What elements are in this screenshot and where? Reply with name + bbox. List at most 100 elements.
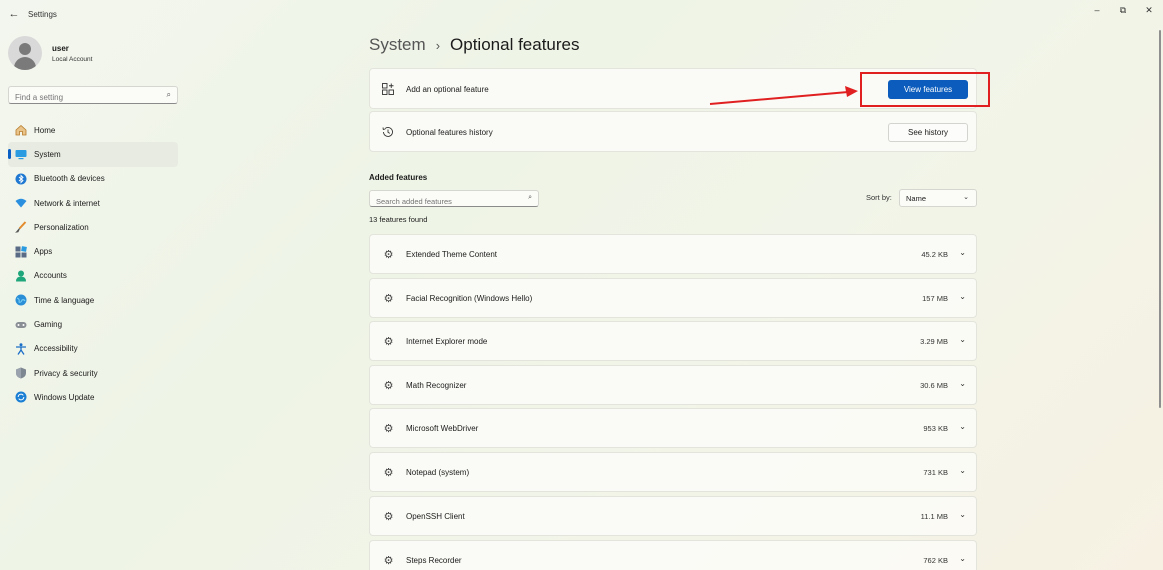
scrollbar[interactable] (1159, 30, 1161, 408)
feature-row-math-recognizer[interactable]: ⚙ Math Recognizer 30.6 MB ⌄ (369, 365, 977, 405)
search-icon[interactable]: ⌕ (167, 90, 171, 100)
history-label: Optional features history (406, 128, 493, 137)
globe-icon (14, 293, 28, 307)
feature-row-facial-recognition[interactable]: ⚙ Facial Recognition (Windows Hello) 157… (369, 278, 977, 318)
feature-name: Extended Theme Content (406, 250, 498, 259)
sidebar-item-label: Time & language (34, 295, 95, 305)
sidebar-nav: Home System Bluetooth & devices Network … (8, 118, 178, 410)
feature-name: Microsoft WebDriver (406, 424, 479, 433)
chevron-down-icon[interactable]: ⌄ (959, 292, 966, 301)
shield-icon (14, 366, 28, 380)
puzzle-gear-icon: ⚙ (383, 555, 394, 567)
chevron-down-icon[interactable]: ⌄ (959, 466, 966, 475)
chevron-right-icon: › (435, 38, 441, 53)
breadcrumb: System › Optional features (369, 35, 580, 57)
user-profile[interactable]: user Local Account (8, 36, 188, 72)
sidebar-item-system[interactable]: System (8, 142, 178, 167)
feature-row-microsoft-webdriver[interactable]: ⚙ Microsoft WebDriver 953 KB ⌄ (369, 408, 977, 448)
sort-value: Name (906, 194, 927, 203)
annotation-highlight-box (860, 72, 990, 107)
accounts-icon (14, 269, 28, 283)
accessibility-icon (14, 342, 28, 356)
user-name: user (52, 44, 69, 53)
puzzle-gear-icon: ⚙ (383, 423, 394, 435)
feature-name: Steps Recorder (406, 556, 462, 565)
feature-size: 953 KB (923, 424, 948, 433)
sidebar-item-label: Personalization (34, 222, 89, 232)
minimize-button[interactable]: – (1087, 4, 1107, 16)
sidebar-item-label: Bluetooth & devices (34, 174, 105, 184)
sidebar-item-label: Privacy & security (34, 368, 98, 378)
sort-by-dropdown[interactable]: Name ⌄ (899, 189, 977, 207)
app-title: Settings (28, 10, 57, 19)
puzzle-gear-icon: ⚙ (383, 511, 394, 523)
gamepad-icon (14, 318, 28, 332)
feature-row-internet-explorer-mode[interactable]: ⚙ Internet Explorer mode 3.29 MB ⌄ (369, 321, 977, 361)
puzzle-gear-icon: ⚙ (383, 249, 394, 261)
find-setting-input[interactable] (9, 89, 149, 106)
apps-icon (14, 245, 28, 259)
feature-row-openssh-client[interactable]: ⚙ OpenSSH Client 11.1 MB ⌄ (369, 496, 977, 536)
sidebar-item-label: Accounts (34, 271, 67, 281)
brush-icon (14, 220, 28, 234)
feature-size: 30.6 MB (920, 381, 948, 390)
feature-size: 11.1 MB (920, 512, 948, 521)
bluetooth-icon (14, 172, 28, 186)
sort-by-label: Sort by: (866, 193, 892, 202)
sidebar-item-gaming[interactable]: Gaming (8, 312, 178, 336)
maximize-button[interactable]: ⧉ (1113, 4, 1133, 16)
feature-size: 45.2 KB (921, 250, 948, 259)
sidebar-item-label: Apps (34, 247, 53, 257)
feature-name: Facial Recognition (Windows Hello) (406, 294, 533, 303)
sidebar-item-label: Accessibility (34, 344, 78, 354)
chevron-down-icon[interactable]: ⌄ (959, 554, 966, 563)
sidebar-item-bluetooth[interactable]: Bluetooth & devices (8, 167, 178, 191)
added-features-title: Added features (369, 173, 428, 182)
feature-size: 157 MB (922, 294, 948, 303)
feature-size: 762 KB (923, 556, 948, 565)
chevron-down-icon[interactable]: ⌄ (959, 335, 966, 344)
account-type: Local Account (52, 56, 93, 63)
home-icon (14, 123, 28, 137)
feature-name: Internet Explorer mode (406, 337, 488, 346)
update-icon (14, 390, 28, 404)
sidebar-item-accessibility[interactable]: Accessibility (8, 337, 178, 361)
page-title: Optional features (450, 35, 580, 54)
puzzle-gear-icon: ⚙ (383, 336, 394, 348)
puzzle-gear-icon: ⚙ (383, 380, 394, 392)
chevron-down-icon[interactable]: ⌄ (959, 510, 966, 519)
sidebar-item-label: System (34, 149, 61, 159)
see-history-button[interactable]: See history (888, 123, 968, 142)
feature-row-extended-theme-content[interactable]: ⚙ Extended Theme Content 45.2 KB ⌄ (369, 234, 977, 274)
add-feature-label: Add an optional feature (406, 85, 489, 94)
feature-row-steps-recorder[interactable]: ⚙ Steps Recorder 762 KB ⌄ (369, 540, 977, 570)
optional-features-history-card: Optional features history See history (369, 111, 977, 152)
history-icon (381, 125, 395, 139)
sidebar-item-privacy-security[interactable]: Privacy & security (8, 361, 178, 385)
chevron-down-icon[interactable]: ⌄ (959, 379, 966, 388)
title-bar: ← Settings – ⧉ ✕ (0, 0, 1163, 30)
chevron-down-icon[interactable]: ⌄ (959, 248, 966, 257)
search-added-features[interactable]: ⌕ (369, 190, 539, 209)
sidebar-item-network[interactable]: Network & internet (8, 191, 178, 215)
sidebar-item-accounts[interactable]: Accounts (8, 264, 178, 288)
feature-name: Notepad (system) (406, 468, 470, 477)
close-button[interactable]: ✕ (1139, 4, 1159, 16)
chevron-down-icon: ⌄ (963, 194, 969, 201)
search-added-features-input[interactable] (370, 194, 510, 209)
back-arrow-icon[interactable]: ← (6, 6, 22, 22)
search-icon[interactable]: ⌕ (528, 194, 532, 202)
chevron-down-icon[interactable]: ⌄ (959, 422, 966, 431)
sidebar-item-personalization[interactable]: Personalization (8, 215, 178, 239)
sidebar-item-apps[interactable]: Apps (8, 239, 178, 263)
feature-size: 3.29 MB (920, 337, 948, 346)
breadcrumb-parent[interactable]: System (369, 35, 426, 55)
find-setting-search[interactable]: ⌕ (8, 86, 178, 106)
feature-row-notepad-system[interactable]: ⚙ Notepad (system) 731 KB ⌄ (369, 452, 977, 492)
sidebar-item-windows-update[interactable]: Windows Update (8, 385, 178, 409)
sidebar-item-home[interactable]: Home (8, 118, 178, 142)
puzzle-gear-icon: ⚙ (383, 467, 394, 479)
sidebar-item-time-language[interactable]: Time & language (8, 288, 178, 312)
sidebar-item-label: Network & internet (34, 198, 100, 208)
annotation-arrow (709, 86, 858, 105)
